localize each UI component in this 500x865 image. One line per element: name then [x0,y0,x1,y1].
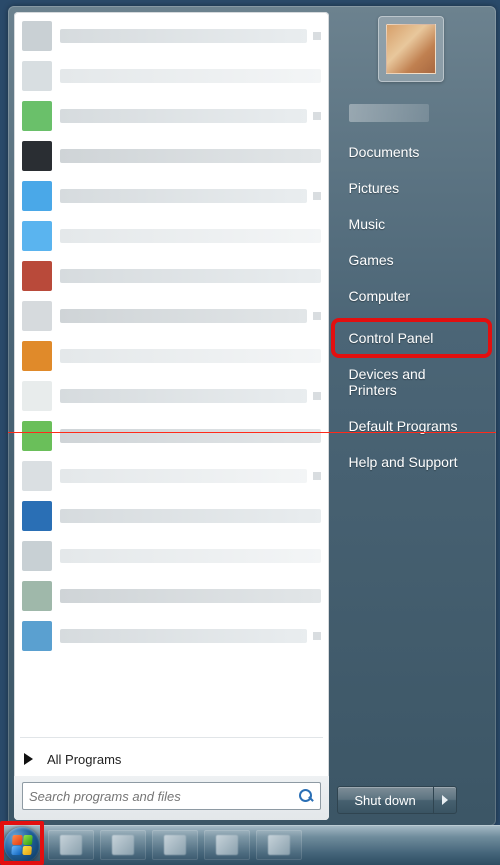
windows-flag-icon [11,835,32,855]
search-input[interactable] [29,789,298,804]
item-label: Computer [349,288,410,304]
program-item[interactable] [16,416,327,456]
program-item[interactable] [16,536,327,576]
right-item-music[interactable]: Music [333,206,490,242]
right-item-documents[interactable]: Documents [333,134,490,170]
program-item[interactable] [16,136,327,176]
right-item-devices-printers[interactable]: Devices and Printers [333,356,490,408]
start-menu-right-panel: Documents Pictures Music Games Computer … [329,6,496,826]
shutdown-label: Shut down [354,793,415,808]
item-label: Games [349,252,394,268]
item-label: Pictures [349,180,400,196]
taskbar-pinned-app[interactable] [256,830,302,860]
taskbar-pinned-app[interactable] [100,830,146,860]
right-item-computer[interactable]: Computer [333,278,490,314]
taskbar-pinned-app[interactable] [152,830,198,860]
user-avatar-frame[interactable] [378,16,444,82]
user-avatar [386,24,436,74]
pinned-programs-list [14,12,329,733]
program-item[interactable] [16,176,327,216]
program-item[interactable] [16,576,327,616]
start-menu-left-panel: All Programs [14,12,329,820]
triangle-right-icon [442,795,448,805]
taskbar-pinned-app[interactable] [204,830,250,860]
program-item[interactable] [16,256,327,296]
shutdown-row: Shut down [333,786,490,820]
item-label: Devices and Printers [349,366,426,398]
username-label[interactable] [349,104,429,122]
search-box[interactable] [22,782,321,810]
program-item[interactable] [16,296,327,336]
right-item-games[interactable]: Games [333,242,490,278]
right-item-default-programs[interactable]: Default Programs [333,408,490,444]
right-items: Documents Pictures Music Games Computer … [333,134,490,480]
item-label: Music [349,216,386,232]
right-item-control-panel[interactable]: Control Panel [333,320,490,356]
program-item[interactable] [16,496,327,536]
item-label: Documents [349,144,420,160]
program-item[interactable] [16,16,327,56]
search-icon [298,788,314,804]
all-programs-label: All Programs [47,752,121,767]
triangle-right-icon [24,753,33,765]
separator [20,737,323,738]
program-item[interactable] [16,96,327,136]
shutdown-options-button[interactable] [433,786,457,814]
program-item[interactable] [16,336,327,376]
right-item-help-support[interactable]: Help and Support [333,444,490,480]
program-item[interactable] [16,216,327,256]
program-item[interactable] [16,456,327,496]
all-programs-button[interactable]: All Programs [14,742,329,776]
program-item[interactable] [16,376,327,416]
taskbar [0,825,500,865]
start-menu: All Programs Documents Pictures Music Ga… [8,6,496,826]
program-item[interactable] [16,616,327,656]
item-label: Control Panel [349,330,434,346]
search-area [14,776,329,820]
program-item[interactable] [16,56,327,96]
item-label: Help and Support [349,454,458,470]
start-button[interactable] [2,825,42,865]
item-label: Default Programs [349,418,458,434]
shutdown-button[interactable]: Shut down [337,786,433,814]
taskbar-pinned-app[interactable] [48,830,94,860]
right-item-pictures[interactable]: Pictures [333,170,490,206]
